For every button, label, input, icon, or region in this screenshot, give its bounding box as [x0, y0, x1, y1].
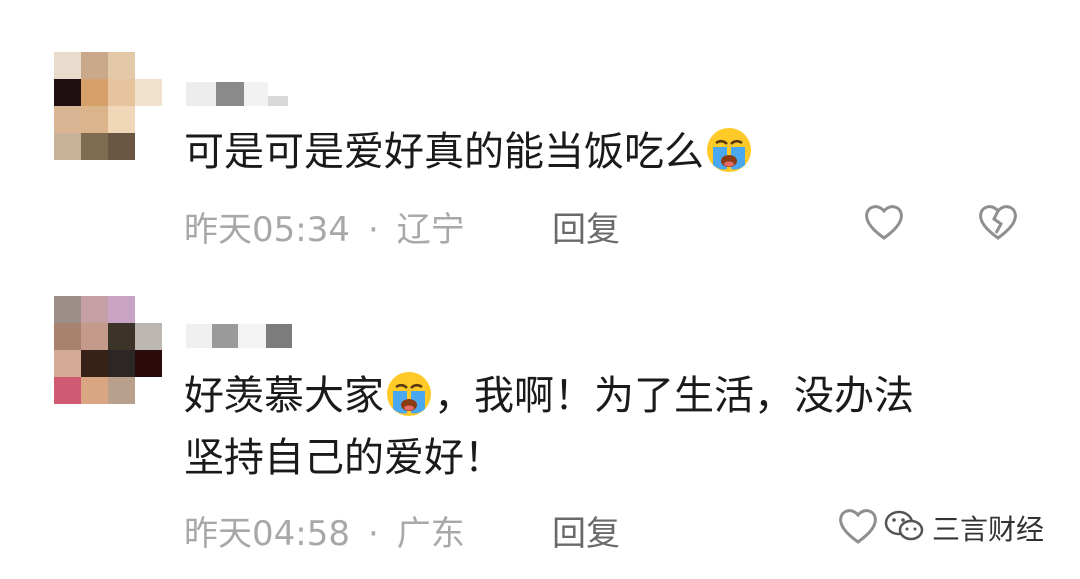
broken-heart-icon[interactable] [976, 200, 1020, 244]
watermark-label: 三言财经 [932, 513, 1045, 546]
comment-meta: 昨天05:34 · 辽宁 [184, 202, 465, 251]
timestamp: 昨天04:58 [184, 514, 350, 554]
username-blurred[interactable] [186, 296, 292, 348]
loudly-crying-face-icon [384, 369, 434, 419]
comment-meta: 昨天04:58 · 广东 [184, 506, 465, 555]
wechat-icon [884, 509, 924, 547]
watermark: 三言财经 [884, 508, 1044, 548]
username-blurred[interactable] [186, 54, 288, 106]
reply-button[interactable]: 回复 [552, 506, 620, 555]
heart-icon[interactable] [862, 200, 906, 244]
avatar[interactable] [54, 296, 162, 404]
reply-button[interactable]: 回复 [552, 202, 620, 251]
comment-text: 可是可是爱好真的能当饭吃么 [184, 124, 754, 180]
timestamp: 昨天05:34 [184, 210, 350, 250]
loudly-crying-face-icon [704, 125, 754, 175]
comment-text: 好羡慕大家 ，我啊！为了生活，没办法 [184, 368, 914, 424]
separator-dot: · [367, 210, 379, 250]
separator-dot: · [367, 514, 379, 554]
location: 广东 [396, 514, 465, 554]
location: 辽宁 [396, 210, 465, 250]
avatar[interactable] [54, 52, 162, 160]
comment-text-line2: 坚持自己的爱好！ [184, 435, 504, 481]
heart-icon[interactable] [836, 504, 880, 548]
